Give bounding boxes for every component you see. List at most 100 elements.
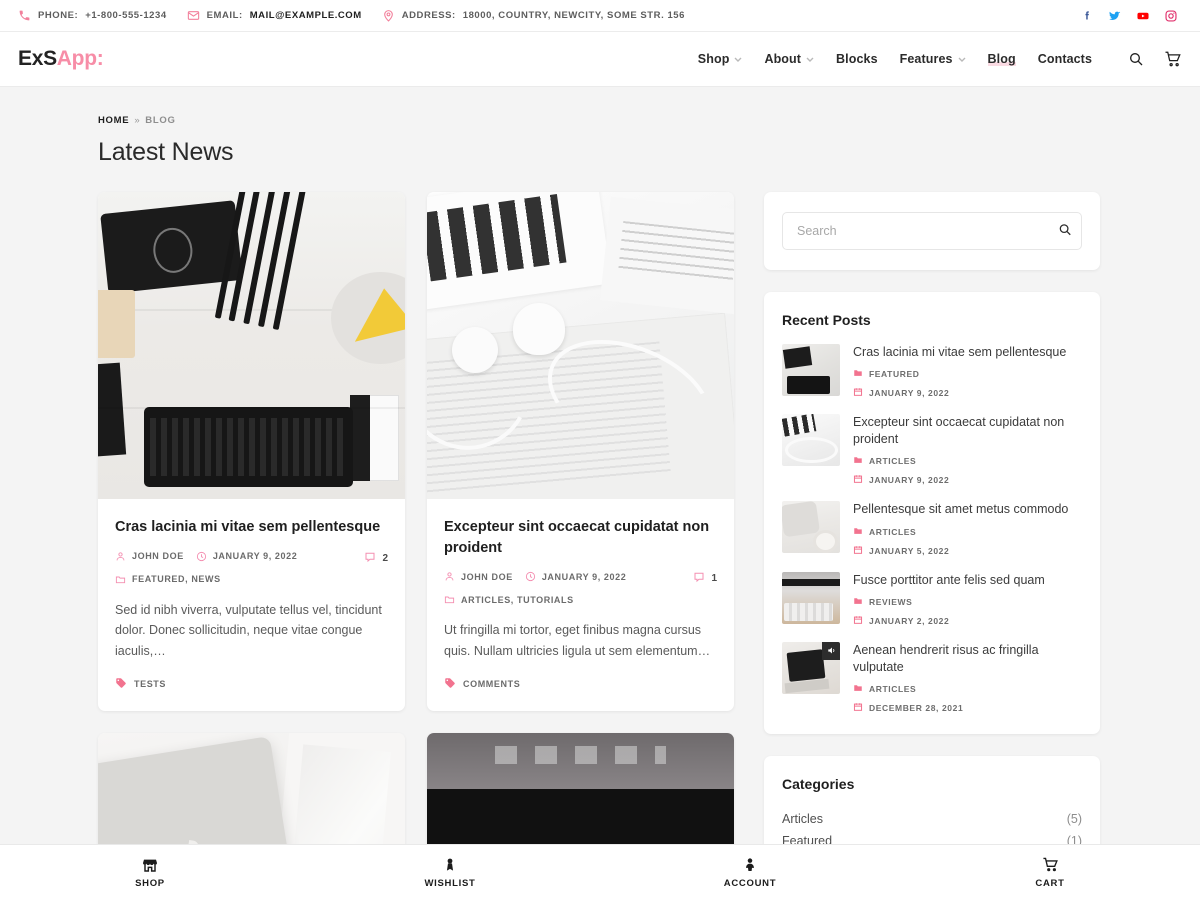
folder-icon — [853, 596, 863, 608]
search-input[interactable] — [782, 212, 1082, 250]
post-card[interactable]: Cras lacinia mi vitae sem pellentesque J… — [98, 192, 405, 712]
recent-posts-title: Recent Posts — [782, 312, 871, 328]
recent-post-title[interactable]: Cras lacinia mi vitae sem pellentesque — [853, 344, 1082, 361]
page-root: PHONE: +1-800-555-1234 EMAIL: MAIL@EXAMP… — [0, 0, 1200, 900]
post-comment-count[interactable]: 1 — [693, 571, 717, 586]
folder-icon — [115, 574, 126, 585]
contact-email[interactable]: EMAIL: MAIL@EXAMPLE.COM — [187, 9, 362, 22]
recent-post-thumbnail[interactable] — [782, 344, 840, 396]
recent-post-thumbnail[interactable] — [782, 571, 840, 624]
nav-label-contacts: Contacts — [1037, 52, 1092, 66]
post-title[interactable]: Cras lacinia mi vitae sem pellentesque — [115, 517, 388, 538]
contact-address-label: ADDRESS: — [401, 10, 456, 21]
recent-post-thumbnail[interactable] — [782, 501, 840, 554]
post-tags[interactable]: TESTS — [115, 677, 388, 691]
search-submit-button[interactable] — [1058, 223, 1072, 240]
recent-posts-list: Cras lacinia mi vitae sem pellentesque F… — [782, 344, 1082, 714]
recent-post-thumbnail[interactable] — [782, 641, 840, 694]
nav-item-blog[interactable]: Blog — [987, 52, 1016, 66]
chevron-down-icon — [806, 57, 814, 62]
instagram-icon[interactable] — [1164, 9, 1178, 23]
recent-post-category-label: ARTICLES — [869, 683, 917, 694]
nav-item-contacts[interactable]: Contacts — [1038, 52, 1092, 66]
category-row[interactable]: Articles (5) — [782, 808, 1082, 830]
recent-post-date-label: JANUARY 5, 2022 — [869, 545, 950, 556]
store-icon — [142, 857, 158, 873]
post-title[interactable]: Excepteur sint occaecat cupidatat non pr… — [444, 517, 717, 558]
nav-item-about[interactable]: About — [764, 52, 814, 66]
recent-post-category[interactable]: ARTICLES — [853, 455, 1082, 467]
list-item[interactable]: Aenean hendrerit risus ac fringilla vulp… — [782, 641, 1082, 714]
recent-post-thumbnail[interactable] — [782, 414, 840, 467]
recent-post-date-label: JANUARY 9, 2022 — [869, 388, 950, 399]
recent-post-date: JANUARY 2, 2022 — [853, 615, 1082, 627]
post-image[interactable] — [98, 192, 405, 499]
nav-item-shop[interactable]: Shop — [698, 52, 743, 66]
bottom-nav-wishlist-label: WISHLIST — [424, 877, 476, 889]
contact-email-value: MAIL@EXAMPLE.COM — [249, 10, 362, 21]
recent-post-category[interactable]: REVIEWS — [853, 596, 1082, 608]
search-icon — [1058, 223, 1072, 240]
tag-icon — [444, 677, 456, 691]
recent-post-date: JANUARY 9, 2022 — [853, 387, 1082, 399]
recent-post-title[interactable]: Pellentesque sit amet metus commodo — [853, 501, 1082, 518]
contact-address[interactable]: ADDRESS: 18000, COUNTRY, NEWCITY, SOME S… — [382, 9, 685, 22]
chevron-down-icon — [958, 57, 966, 62]
list-item[interactable]: Excepteur sint occaecat cupidatat non pr… — [782, 414, 1082, 486]
post-comment-value: 1 — [711, 573, 717, 585]
user-icon — [115, 551, 126, 562]
recent-post-title[interactable]: Aenean hendrerit risus ac fringilla vulp… — [853, 642, 1082, 676]
recent-post-category[interactable]: ARTICLES — [853, 683, 1082, 695]
list-item[interactable]: Fusce porttitor ante felis sed quam REVI… — [782, 571, 1082, 627]
logo-text-dark: ExS — [18, 47, 57, 70]
nav-label-blocks: Blocks — [836, 52, 878, 66]
facebook-icon[interactable] — [1080, 9, 1094, 23]
recent-post-title[interactable]: Fusce porttitor ante felis sed quam — [853, 572, 1082, 589]
clock-icon — [196, 551, 207, 562]
post-image[interactable] — [427, 192, 734, 499]
recent-post-category[interactable]: ARTICLES — [853, 526, 1082, 538]
desk-flatlay-photo — [98, 192, 405, 499]
main-nav: Shop About Blocks Features Blog Contacts — [698, 50, 1182, 68]
post-tags[interactable]: COMMENTS — [444, 677, 717, 691]
list-item[interactable]: Cras lacinia mi vitae sem pellentesque F… — [782, 344, 1082, 399]
nav-label-blog: Blog — [987, 52, 1016, 66]
twitter-icon[interactable] — [1108, 9, 1122, 23]
bottom-nav-shop[interactable]: SHOP — [0, 857, 300, 889]
sidebar: Recent Posts Cras lacinia mi vitae sem p… — [764, 192, 1100, 894]
folder-icon — [853, 683, 863, 695]
bottom-nav-wishlist[interactable]: WISHLIST — [300, 857, 600, 889]
bottom-nav-account[interactable]: ACCOUNT — [600, 857, 900, 889]
recent-post-date-label: DECEMBER 28, 2021 — [869, 702, 964, 713]
post-comment-count[interactable]: 2 — [364, 551, 388, 566]
post-comment-value: 2 — [382, 552, 388, 564]
recent-post-category-label: ARTICLES — [869, 456, 917, 467]
search-icon[interactable] — [1128, 51, 1144, 67]
post-date-label: JANUARY 9, 2022 — [212, 551, 298, 562]
post-author[interactable]: JOHN DOE — [115, 551, 184, 562]
recent-post-title[interactable]: Excepteur sint occaecat cupidatat non pr… — [853, 414, 1082, 448]
folder-icon — [853, 526, 863, 538]
breadcrumb-separator: » — [134, 115, 141, 126]
breadcrumb-home[interactable]: HOME — [98, 115, 129, 126]
recent-post-info: Pellentesque sit amet metus commodo ARTI… — [853, 501, 1082, 556]
post-categories[interactable]: FEATURED, NEWS — [115, 574, 221, 585]
nav-item-features[interactable]: Features — [900, 52, 966, 66]
nav-item-blocks[interactable]: Blocks — [836, 52, 878, 66]
site-logo[interactable]: ExSApp: — [18, 47, 104, 71]
post-grid: Cras lacinia mi vitae sem pellentesque J… — [98, 192, 734, 900]
folder-icon — [853, 455, 863, 467]
youtube-icon[interactable] — [1136, 9, 1150, 23]
recent-post-category[interactable]: FEATURED — [853, 368, 1082, 380]
cart-icon[interactable] — [1164, 50, 1182, 68]
contact-phone[interactable]: PHONE: +1-800-555-1234 — [18, 9, 167, 22]
phone-icon — [18, 9, 31, 22]
post-categories[interactable]: ARTICLES, TUTORIALS — [444, 594, 574, 605]
bottom-nav-cart[interactable]: CART — [900, 856, 1200, 889]
calendar-icon — [853, 702, 863, 714]
list-item[interactable]: Pellentesque sit amet metus commodo ARTI… — [782, 501, 1082, 556]
map-pin-icon — [382, 9, 395, 22]
post-author[interactable]: JOHN DOE — [444, 571, 513, 582]
post-card[interactable]: Excepteur sint occaecat cupidatat non pr… — [427, 192, 734, 712]
envelope-icon — [187, 9, 200, 22]
